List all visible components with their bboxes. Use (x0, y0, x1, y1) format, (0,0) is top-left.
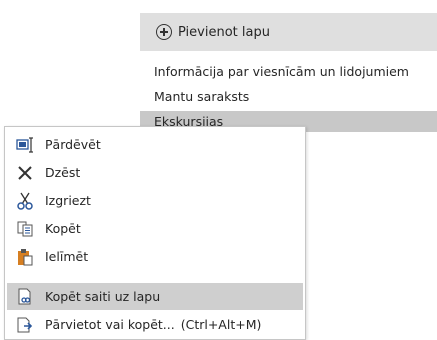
paste-icon (15, 247, 35, 267)
add-page-label: Pievienot lapu (178, 24, 270, 40)
menu-item-copy-link[interactable]: Kopēt saiti uz lapu (7, 283, 303, 310)
menu-item-rename[interactable]: Pārdēvēt (7, 131, 303, 158)
delete-icon (15, 163, 35, 183)
copy-icon (15, 219, 35, 239)
menu-item-label: Kopēt saiti uz lapu (45, 289, 161, 304)
menu-item-paste[interactable]: Ielīmēt (7, 243, 303, 270)
add-page-button[interactable]: Pievienot lapu (140, 13, 437, 51)
menu-item-label: Pārdēvēt (45, 137, 101, 152)
move-copy-icon (15, 315, 35, 335)
page-item[interactable]: Informācija par viesnīcām un lidojumiem (140, 61, 437, 83)
menu-item-label: Izgriezt (45, 193, 91, 208)
menu-item-label: Dzēst (45, 165, 81, 180)
context-menu: Pārdēvēt Dzēst Izgriezt Kopēt Ielīmēt Ko… (4, 126, 306, 340)
menu-item-label: Ielīmēt (45, 249, 89, 264)
cut-icon (15, 191, 35, 211)
menu-item-delete[interactable]: Dzēst (7, 159, 303, 186)
menu-item-label: Kopēt (45, 221, 81, 236)
page-title: Informācija par viesnīcām un lidojumiem (154, 64, 409, 79)
page-title: Mantu saraksts (154, 89, 250, 104)
menu-item-cut[interactable]: Izgriezt (7, 187, 303, 214)
page-item[interactable]: Mantu saraksts (140, 86, 437, 108)
rename-icon (15, 135, 35, 155)
menu-item-move-copy[interactable]: Pārvietot vai kopēt... (Ctrl+Alt+M) (7, 311, 303, 338)
plus-circle-icon (156, 24, 172, 40)
menu-item-label: Pārvietot vai kopēt... (45, 317, 175, 332)
menu-item-shortcut: (Ctrl+Alt+M) (180, 317, 262, 332)
menu-item-copy[interactable]: Kopēt (7, 215, 303, 242)
copy-link-icon (15, 287, 35, 307)
